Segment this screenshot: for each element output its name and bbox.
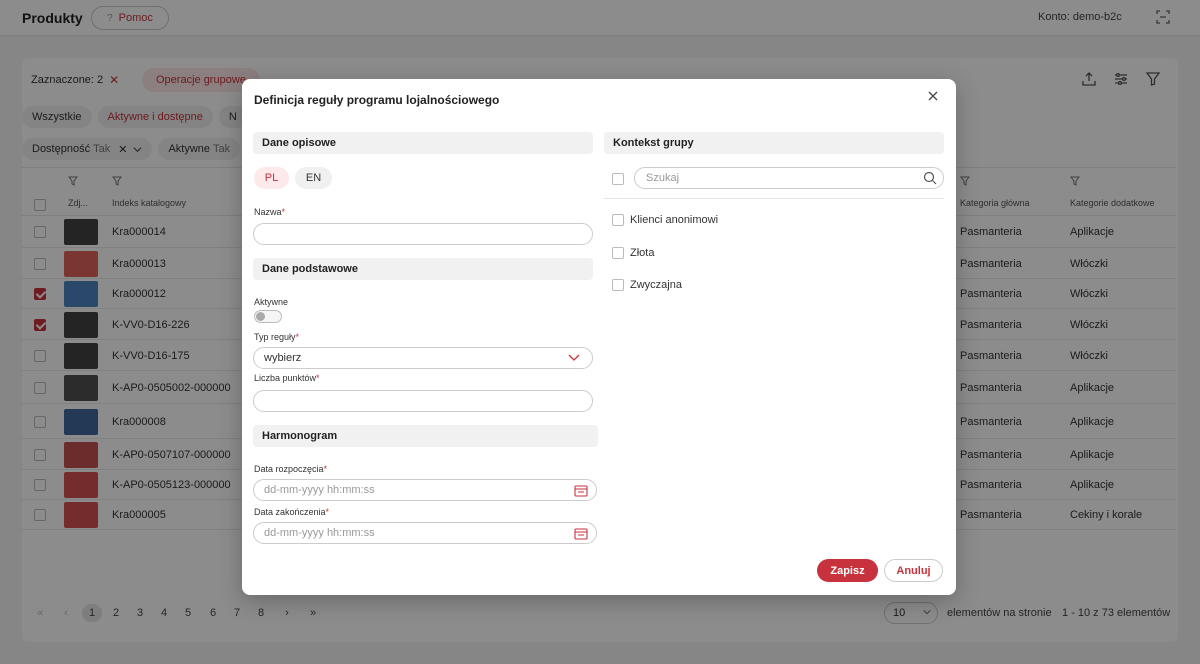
end-date-placeholder: dd-mm-yyyy hh:mm:ss [264, 527, 375, 539]
dialog-title: Definicja reguły programu lojalnościoweg… [254, 93, 500, 107]
group-label[interactable]: Zwyczajna [630, 279, 682, 291]
chevron-down-icon [568, 354, 580, 361]
points-input[interactable] [253, 390, 593, 412]
section-group-context: Kontekst grupy [604, 132, 944, 154]
name-label: Nazwa* [254, 207, 286, 217]
calendar-icon[interactable] [574, 484, 588, 497]
name-input[interactable] [253, 223, 593, 245]
group-label[interactable]: Klienci anonimowi [630, 214, 718, 226]
calendar-icon[interactable] [574, 527, 588, 540]
save-button[interactable]: Zapisz [817, 559, 878, 582]
search-icon[interactable] [923, 171, 937, 185]
section-descriptive: Dane opisowe [253, 132, 593, 154]
active-toggle[interactable] [254, 310, 282, 323]
divider [604, 198, 944, 199]
start-date-label: Data rozpoczęcia* [254, 464, 328, 474]
group-checkbox[interactable] [612, 247, 624, 259]
group-search-input[interactable]: Szukaj [634, 167, 944, 189]
lang-tab-en[interactable]: EN [295, 167, 332, 189]
section-schedule: Harmonogram [253, 425, 598, 447]
rule-type-select[interactable]: wybierz [253, 347, 593, 369]
start-date-input[interactable]: dd-mm-yyyy hh:mm:ss [253, 479, 597, 501]
start-date-placeholder: dd-mm-yyyy hh:mm:ss [264, 484, 375, 496]
group-search-placeholder: Szukaj [646, 172, 680, 184]
points-label: Liczba punktów* [254, 373, 320, 383]
close-icon[interactable] [928, 91, 938, 101]
group-checkbox[interactable] [612, 279, 624, 291]
rule-type-value: wybierz [264, 352, 302, 364]
rule-type-label: Typ reguły* [254, 332, 300, 342]
toggle-knob [256, 312, 265, 321]
select-all-groups-checkbox[interactable] [612, 173, 624, 185]
group-label[interactable]: Złota [630, 247, 654, 259]
end-date-input[interactable]: dd-mm-yyyy hh:mm:ss [253, 522, 597, 544]
end-date-label: Data zakończenia* [254, 507, 330, 517]
active-label: Aktywne [254, 297, 289, 307]
section-basic: Dane podstawowe [253, 258, 593, 280]
loyalty-rule-dialog: Definicja reguły programu lojalnościoweg… [242, 79, 956, 595]
group-checkbox[interactable] [612, 214, 624, 226]
cancel-button[interactable]: Anuluj [884, 559, 943, 582]
lang-tab-pl[interactable]: PL [254, 167, 289, 189]
